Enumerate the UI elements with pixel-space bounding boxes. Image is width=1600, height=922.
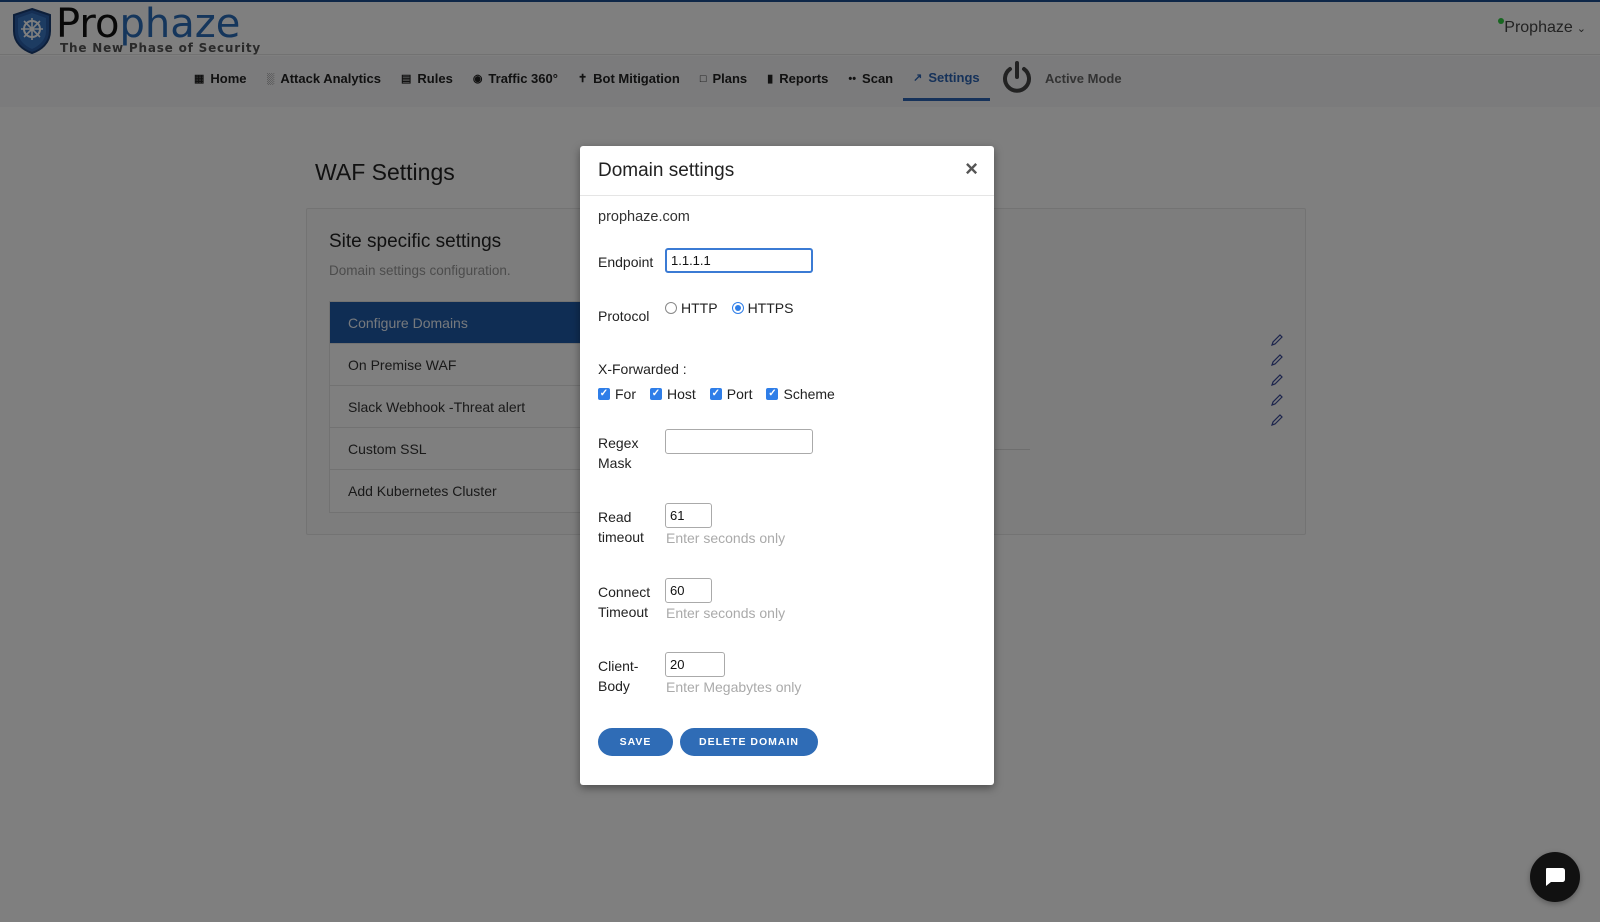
regex-mask-label: Regex Mask xyxy=(598,433,638,473)
connect-timeout-label: Connect Timeout xyxy=(598,582,650,622)
read-timeout-input[interactable] xyxy=(665,503,712,528)
read-timeout-hint: Enter seconds only xyxy=(666,530,786,546)
x-forwarded-label: X-Forwarded : xyxy=(598,361,687,377)
label-line: Mask xyxy=(598,455,632,471)
client-body-label: Client- Body xyxy=(598,656,638,696)
regex-mask-input[interactable] xyxy=(665,429,813,454)
label-line: Timeout xyxy=(598,604,649,620)
checkbox-checked-icon: ✓ xyxy=(598,388,610,400)
checkbox-host[interactable]: ✓ Host xyxy=(650,386,696,402)
checkbox-for[interactable]: ✓ For xyxy=(598,386,636,402)
domain-name: prophaze.com xyxy=(598,209,690,225)
checkbox-label: Host xyxy=(667,386,696,402)
checkbox-checked-icon: ✓ xyxy=(650,388,662,400)
label-line: timeout xyxy=(598,529,644,545)
connect-timeout-input[interactable] xyxy=(665,578,712,603)
connect-timeout-hint: Enter seconds only xyxy=(666,605,786,621)
protocol-option-https[interactable]: HTTPS xyxy=(731,300,794,316)
protocol-label: Protocol xyxy=(598,308,650,324)
checkbox-checked-icon: ✓ xyxy=(709,388,722,400)
domain-settings-modal: Domain settings × prophaze.com Endpoint … xyxy=(580,146,994,785)
endpoint-label: Endpoint xyxy=(598,254,654,270)
chat-bubble-icon xyxy=(1546,868,1565,886)
close-icon[interactable]: × xyxy=(965,158,978,180)
endpoint-input[interactable] xyxy=(665,248,813,273)
x-forwarded-checkbox-group: ✓ For ✓ Host ✓ Port ✓ Scheme xyxy=(598,386,849,402)
label-line: Read xyxy=(598,509,632,525)
client-body-input[interactable] xyxy=(665,652,725,677)
checkbox-scheme[interactable]: ✓ Scheme xyxy=(766,386,835,402)
radio-selected-icon xyxy=(731,302,744,314)
checkbox-port[interactable]: ✓ Port xyxy=(709,386,753,402)
read-timeout-label: Read timeout xyxy=(598,507,644,547)
modal-header: Domain settings × xyxy=(580,146,994,196)
radio-label: HTTP xyxy=(681,300,718,316)
radio-label: HTTPS xyxy=(747,300,794,316)
checkbox-label: Port xyxy=(726,386,753,402)
client-body-hint: Enter Megabytes only xyxy=(666,679,802,695)
label-line: Client- xyxy=(598,658,639,674)
modal-title: Domain settings xyxy=(598,160,735,181)
protocol-option-http[interactable]: HTTP xyxy=(665,300,718,316)
checkbox-checked-icon: ✓ xyxy=(766,388,779,400)
radio-unselected-icon xyxy=(665,302,677,314)
checkbox-label: For xyxy=(615,386,636,402)
protocol-radio-group: HTTP HTTPS xyxy=(665,300,807,316)
label-line: Connect xyxy=(598,584,651,600)
checkbox-label: Scheme xyxy=(783,386,835,402)
delete-domain-button[interactable]: DELETE DOMAIN xyxy=(680,728,818,756)
chat-widget-button[interactable] xyxy=(1530,852,1580,902)
save-button[interactable]: SAVE xyxy=(598,728,673,756)
label-line: Body xyxy=(598,678,630,694)
label-line: Regex xyxy=(598,435,639,451)
